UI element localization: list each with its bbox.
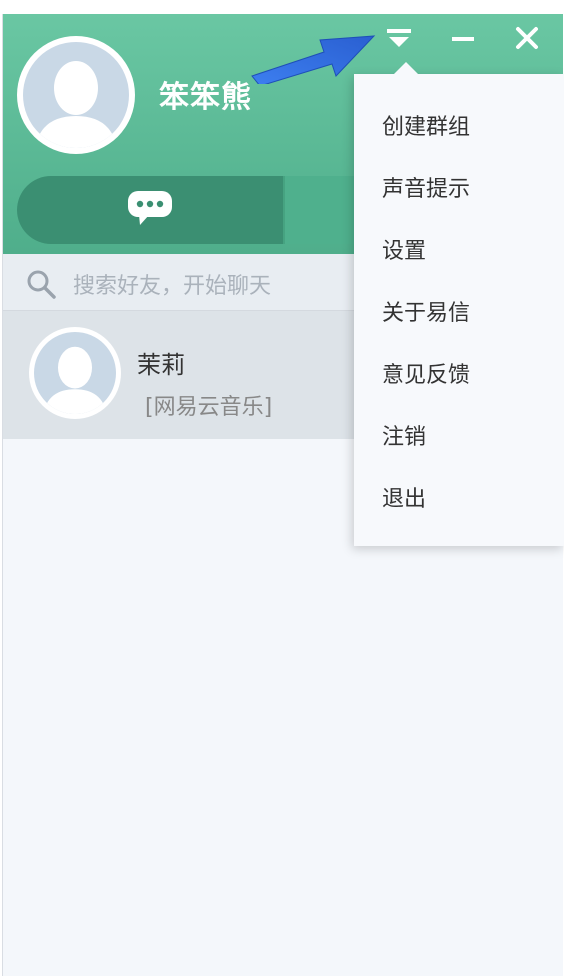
dropdown-caret xyxy=(394,62,418,74)
menu-item-create-group[interactable]: 创建群组 xyxy=(354,94,564,156)
main-menu-dropdown: 创建群组 声音提示 设置 关于易信 意见反馈 注销 退出 xyxy=(354,74,564,546)
minimize-button[interactable] xyxy=(441,20,485,60)
default-avatar-icon xyxy=(23,42,129,148)
menu-item-about[interactable]: 关于易信 xyxy=(354,280,564,342)
username: 笨笨熊 xyxy=(159,80,252,115)
search-icon xyxy=(25,268,57,304)
user-avatar[interactable] xyxy=(17,36,135,154)
menu-lines-icon xyxy=(386,27,412,53)
menu-item-logout[interactable]: 注销 xyxy=(354,404,564,466)
close-icon xyxy=(515,26,539,54)
close-button[interactable] xyxy=(505,20,549,60)
menu-item-exit[interactable]: 退出 xyxy=(354,466,564,528)
menu-button[interactable] xyxy=(377,20,421,60)
contact-avatar xyxy=(29,327,121,419)
default-avatar-icon xyxy=(34,332,116,414)
menu-item-sound-alerts[interactable]: 声音提示 xyxy=(354,156,564,218)
search-input[interactable]: 搜索好友，开始聊天 xyxy=(73,268,271,300)
menu-item-feedback[interactable]: 意见反馈 xyxy=(354,342,564,404)
minimize-icon xyxy=(451,26,475,54)
menu-item-settings[interactable]: 设置 xyxy=(354,218,564,280)
tab-chat[interactable] xyxy=(17,176,283,244)
contact-name: 茉莉 xyxy=(137,351,185,379)
annotation-arrow-icon xyxy=(250,24,380,88)
contact-status: [网易云音乐] xyxy=(145,395,273,420)
chat-bubble-icon xyxy=(125,188,175,232)
